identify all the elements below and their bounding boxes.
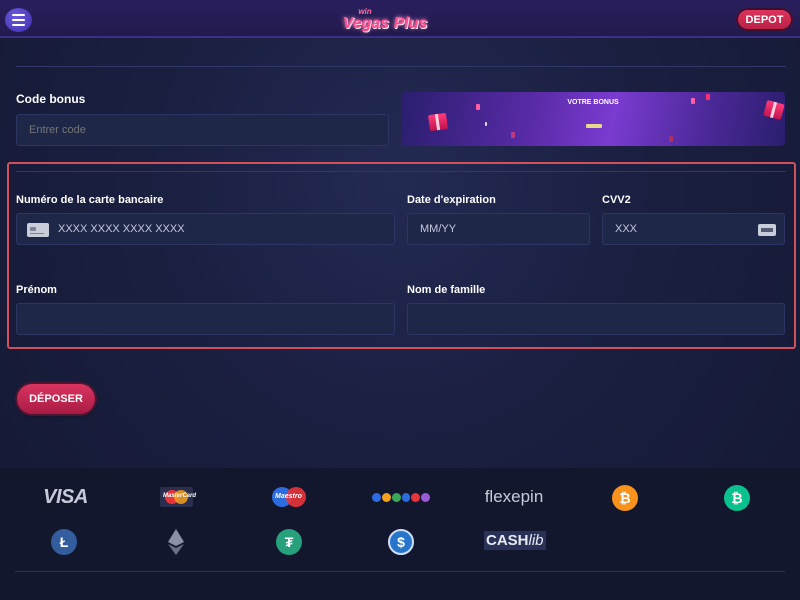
sofort-logo <box>372 492 430 502</box>
confetti-decoration <box>485 122 487 126</box>
bonus-value-bar <box>586 124 602 128</box>
cvv-placeholder: XXX <box>615 223 638 235</box>
tether-icon: ₮ <box>276 529 302 555</box>
confetti-decoration <box>706 94 710 100</box>
expiry-placeholder: MM/YY <box>420 223 457 235</box>
card-number-placeholder: XXXX XXXX XXXX XXXX <box>58 223 185 235</box>
confetti-decoration <box>476 104 480 110</box>
expiry-label: Date d'expiration <box>407 194 496 206</box>
firstname-label: Prénom <box>16 284 57 296</box>
bitcoin-cash-icon: ₿ <box>724 485 750 511</box>
top-header: win Vegas Plus DEPOT <box>0 0 800 38</box>
logo[interactable]: win Vegas Plus <box>340 4 430 36</box>
mastercard-logo: MasterCard <box>160 487 196 507</box>
card-number-label: Numéro de la carte bancaire <box>16 194 164 206</box>
logo-brand-text: Vegas Plus <box>342 15 428 32</box>
hamburger-icon <box>12 14 25 16</box>
flexepin-logo: flexepin <box>484 487 544 506</box>
cvv-field[interactable]: XXX <box>602 213 785 245</box>
bonus-code-label: Code bonus <box>16 92 86 106</box>
gift-icon <box>763 99 785 121</box>
maestro-logo: Maestro <box>272 487 306 507</box>
lastname-label: Nom de famille <box>407 284 486 296</box>
cashlib-logo: CASH lib <box>484 531 546 550</box>
gift-icon <box>427 112 449 132</box>
cvv-label: CVV2 <box>602 194 631 206</box>
footer-divider <box>15 571 785 572</box>
confetti-decoration <box>669 136 673 142</box>
bonus-banner: VOTRE BONUS <box>401 92 785 146</box>
visa-logo: VISA <box>43 485 88 508</box>
lastname-input[interactable] <box>407 303 785 335</box>
expiry-field[interactable]: MM/YY <box>407 213 590 245</box>
bonus-banner-title: VOTRE BONUS <box>567 99 619 106</box>
card-form-divider <box>16 171 786 172</box>
ethereum-icon <box>166 528 186 556</box>
confetti-decoration <box>691 98 695 104</box>
litecoin-icon: Ł <box>51 529 77 555</box>
bitcoin-icon: ₿ <box>612 485 638 511</box>
section-divider <box>16 66 786 67</box>
credit-card-icon <box>27 223 49 237</box>
menu-button[interactable] <box>5 8 32 32</box>
deposit-submit-button[interactable]: DÉPOSER <box>17 384 95 414</box>
cvv-card-icon <box>758 224 776 236</box>
deposit-header-button[interactable]: DEPOT <box>736 8 793 31</box>
firstname-input[interactable] <box>16 303 395 335</box>
usdc-icon: $ <box>388 529 414 555</box>
confetti-decoration <box>511 132 515 138</box>
card-number-field[interactable]: XXXX XXXX XXXX XXXX <box>16 213 395 245</box>
bonus-code-input[interactable] <box>16 114 389 146</box>
